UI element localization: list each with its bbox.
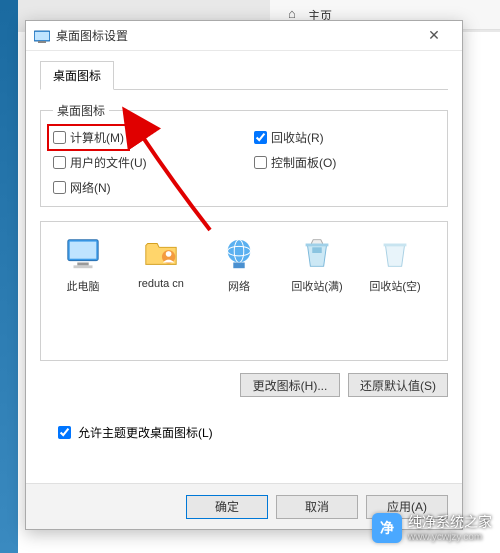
watermark-brand: 纯净系统之家 (408, 512, 492, 532)
checkbox-userfiles-input[interactable] (53, 156, 66, 169)
checkbox-controlpanel-label: 控制面板(O) (271, 154, 336, 171)
restore-defaults-button[interactable]: 还原默认值(S) (348, 373, 448, 397)
dialog-title: 桌面图标设置 (56, 27, 414, 44)
watermark-url: www.ycwjzy.com (408, 532, 492, 543)
titlebar: 桌面图标设置 ✕ (26, 21, 462, 51)
tab-desktop-icons[interactable]: 桌面图标 (40, 61, 114, 90)
icon-label: 回收站(满) (291, 278, 342, 294)
watermark-logo-icon: 净 (372, 513, 402, 543)
icon-item-recyclebin-full[interactable]: 回收站(满) (287, 234, 347, 348)
recyclebin-empty-icon (376, 234, 414, 272)
icon-label: 网络 (228, 278, 250, 294)
checkbox-network-label: 网络(N) (70, 179, 111, 196)
network-icon (220, 234, 258, 272)
checkbox-controlpanel[interactable]: 控制面板(O) (254, 154, 435, 171)
checkbox-network[interactable]: 网络(N) (53, 179, 234, 196)
checkbox-recyclebin-input[interactable] (254, 131, 267, 144)
recyclebin-full-icon (298, 234, 336, 272)
checkbox-computer-input[interactable] (53, 131, 66, 144)
checkbox-allow-themes-input[interactable] (58, 426, 71, 439)
icon-item-thispc[interactable]: 此电脑 (53, 234, 113, 348)
group-legend: 桌面图标 (53, 102, 109, 119)
checkbox-recyclebin[interactable]: 回收站(R) (254, 129, 435, 146)
tab-strip: 桌面图标 (40, 61, 448, 90)
icon-item-recyclebin-empty[interactable]: 回收站(空) (365, 234, 425, 348)
checkbox-controlpanel-input[interactable] (254, 156, 267, 169)
icon-preview-list[interactable]: 此电脑 reduta cn 网络 (40, 221, 448, 361)
icon-label: reduta cn (138, 278, 184, 290)
desktop-edge (0, 0, 18, 553)
checkbox-network-input[interactable] (53, 181, 66, 194)
watermark: 净 纯净系统之家 www.ycwjzy.com (372, 512, 492, 543)
icon-buttons-row: 更改图标(H)... 还原默认值(S) (40, 373, 448, 397)
userfolder-icon (142, 234, 180, 272)
desktop-icons-group: 桌面图标 计算机(M) 回收站(R) 用户的文件(U) (40, 102, 448, 207)
home-icon: ⌂ (288, 6, 296, 21)
desktop-icon-settings-dialog: 桌面图标设置 ✕ 桌面图标 桌面图标 计算机(M) 回收站(R) (25, 20, 463, 530)
window-icon (34, 28, 50, 44)
checkbox-computer[interactable]: 计算机(M) (53, 129, 234, 146)
ok-button[interactable]: 确定 (186, 495, 268, 519)
icon-label: 此电脑 (67, 278, 100, 294)
change-icon-button[interactable]: 更改图标(H)... (240, 373, 340, 397)
checkbox-recyclebin-label: 回收站(R) (271, 129, 324, 146)
checkbox-allow-themes[interactable]: 允许主题更改桌面图标(L) (40, 423, 448, 442)
checkbox-userfiles[interactable]: 用户的文件(U) (53, 154, 234, 171)
dialog-content: 桌面图标 计算机(M) 回收站(R) 用户的文件(U) (26, 90, 462, 452)
checkbox-allow-themes-label: 允许主题更改桌面图标(L) (78, 424, 213, 441)
checkbox-computer-label: 计算机(M) (70, 129, 124, 146)
icon-item-userfolder[interactable]: reduta cn (131, 234, 191, 348)
icon-label: 回收站(空) (369, 278, 420, 294)
icon-item-network[interactable]: 网络 (209, 234, 269, 348)
cancel-button[interactable]: 取消 (276, 495, 358, 519)
close-button[interactable]: ✕ (414, 22, 454, 50)
thispc-icon (64, 234, 102, 272)
checkbox-userfiles-label: 用户的文件(U) (70, 154, 147, 171)
